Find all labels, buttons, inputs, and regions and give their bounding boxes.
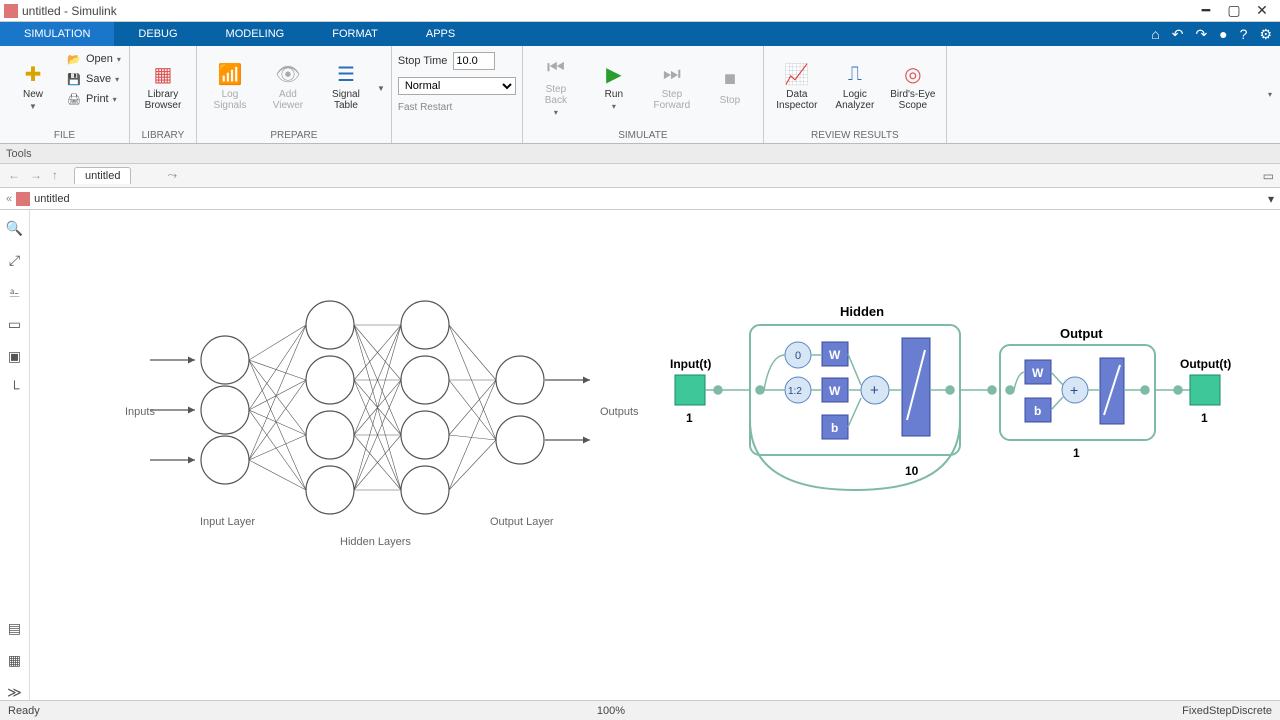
status-bar: Ready 100% FixedStepDiscrete (0, 700, 1280, 720)
hide-browser-icon[interactable]: « (6, 193, 12, 205)
output-t-count: 1 (1201, 411, 1208, 425)
notification-icon[interactable]: ● (1219, 26, 1227, 42)
run-button[interactable]: ▶Run▾ (587, 48, 641, 124)
breadcrumb-path[interactable]: untitled (34, 193, 69, 205)
status-zoom[interactable]: 100% (597, 705, 625, 717)
simulation-mode-select[interactable]: Normal (398, 77, 516, 95)
hidden-layers-label: Hidden Layers (340, 536, 411, 548)
ribbon-tabs: SIMULATION DEBUG MODELING FORMAT APPS ⌂ … (0, 22, 1280, 46)
help-icon[interactable]: ? (1240, 26, 1248, 42)
line-icon[interactable]: └ (7, 380, 23, 396)
log-signals-button[interactable]: 📶Log Signals (203, 48, 257, 124)
maximize-button[interactable]: ▢ (1220, 0, 1248, 21)
fit-icon[interactable]: ⤢ (7, 252, 23, 268)
home-icon[interactable]: ⌂ (1151, 26, 1159, 42)
svg-text:b: b (1034, 404, 1041, 418)
new-button[interactable]: ✚ New ▼ (6, 48, 60, 124)
library-browser-button[interactable]: ▦ Library Browser (136, 48, 190, 124)
nav-up-icon[interactable]: ↑ (52, 168, 68, 184)
annotation-icon[interactable]: ⎁ (7, 284, 23, 300)
group-prepare: PREPARE (203, 128, 385, 143)
tab-scroll-icon[interactable]: ⤳ (167, 168, 177, 183)
redo-icon[interactable]: ↷ (1195, 26, 1207, 43)
breadcrumb-bar: « untitled ▾ (0, 188, 1280, 210)
model-browser-icon[interactable]: ▤ (7, 620, 23, 636)
input-count: 1 (686, 411, 693, 425)
signal-table-button[interactable]: ☰Signal Table (319, 48, 373, 124)
stoptime-label: Stop Time (398, 55, 448, 67)
properties-icon[interactable]: ▦ (7, 652, 23, 668)
group-file: FILE (6, 128, 123, 143)
inputs-label: Inputs (125, 406, 155, 418)
svg-text:0: 0 (795, 350, 801, 362)
app-icon (4, 4, 18, 18)
output-count: 1 (1073, 446, 1080, 460)
logic-analyzer-button[interactable]: ⎍Logic Analyzer (828, 48, 882, 124)
canvas-toolbar: 🔍 ⤢ ⎁ ▭ ▣ └ ▤ ▦ ≫ (0, 210, 30, 700)
status-ready: Ready (8, 705, 40, 717)
hidden-label: Hidden (840, 304, 884, 319)
add-viewer-button[interactable]: 👁Add Viewer (261, 48, 315, 124)
output-label: Output (1060, 326, 1103, 341)
nav-back-icon[interactable]: ← (8, 168, 24, 184)
fast-restart-button[interactable]: Fast Restart (398, 102, 516, 113)
save-button[interactable]: 💾Save ▾ (64, 70, 123, 88)
tab-format[interactable]: FORMAT (308, 22, 402, 46)
area-icon[interactable]: ▭ (7, 316, 23, 332)
tab-modeling[interactable]: MODELING (202, 22, 309, 46)
tab-apps[interactable]: APPS (402, 22, 479, 46)
svg-text:W: W (829, 348, 841, 362)
toolstrip-expand-icon[interactable]: ▾ (1268, 90, 1272, 99)
document-tab-untitled[interactable]: untitled (74, 167, 131, 184)
minimize-button[interactable]: ━ (1192, 0, 1220, 21)
group-review: REVIEW RESULTS (770, 128, 940, 143)
output-layer-label: Output Layer (490, 516, 554, 528)
svg-text:+: + (1070, 382, 1078, 398)
tab-strip: ← → ↑ untitled ⤳ ▭ (0, 164, 1280, 188)
model-canvas[interactable]: Inputs Outputs Input Layer Hidden Layers… (30, 210, 1280, 700)
open-button[interactable]: 📂Open ▾ (64, 50, 123, 68)
step-back-button[interactable]: ⏮Step Back▾ (529, 48, 583, 124)
svg-text:W: W (1032, 366, 1044, 380)
print-button[interactable]: 🖨Print ▾ (64, 90, 123, 108)
input-layer-label: Input Layer (200, 516, 255, 528)
status-solver[interactable]: FixedStepDiscrete (1182, 705, 1272, 717)
svg-text:+: + (870, 382, 879, 399)
group-library: LIBRARY (136, 128, 190, 143)
undo-icon[interactable]: ↶ (1172, 26, 1184, 43)
svg-text:W: W (829, 384, 841, 398)
stoptime-input[interactable] (453, 52, 495, 70)
birds-eye-scope-button[interactable]: ◎Bird's-Eye Scope (886, 48, 940, 124)
stop-button[interactable]: ■Stop (703, 48, 757, 124)
window-title: untitled - Simulink (22, 4, 1192, 18)
tools-row: Tools (0, 144, 1280, 164)
tab-debug[interactable]: DEBUG (114, 22, 201, 46)
svg-text:1:2: 1:2 (788, 386, 802, 397)
input-block[interactable] (675, 375, 705, 405)
model-icon (16, 192, 30, 206)
image-icon[interactable]: ▣ (7, 348, 23, 364)
close-button[interactable]: ✕ (1248, 0, 1276, 21)
breadcrumb-dropdown-icon[interactable]: ▾ (1268, 192, 1274, 206)
toolstrip: ✚ New ▼ 📂Open ▾ 💾Save ▾ 🖨Print ▾ FILE ▦ … (0, 46, 1280, 144)
step-forward-button[interactable]: ⏭Step Forward (645, 48, 699, 124)
input-t-label: Input(t) (670, 357, 711, 371)
svg-text:b: b (831, 421, 838, 435)
settings-icon[interactable]: ⚙ (1259, 26, 1272, 43)
zoom-icon[interactable]: 🔍 (7, 220, 23, 236)
tab-overflow-icon[interactable]: ▭ (1263, 169, 1274, 183)
tab-simulation[interactable]: SIMULATION (0, 22, 114, 46)
hidden-count: 10 (905, 464, 919, 478)
output-t-label: Output(t) (1180, 357, 1231, 371)
diagnostic-icon[interactable]: ≫ (7, 684, 23, 700)
output-block[interactable] (1190, 375, 1220, 405)
outputs-label: Outputs (600, 406, 639, 418)
group-simulate: SIMULATE (529, 128, 757, 143)
nav-forward-icon[interactable]: → (30, 168, 46, 184)
data-inspector-button[interactable]: 📈Data Inspector (770, 48, 824, 124)
